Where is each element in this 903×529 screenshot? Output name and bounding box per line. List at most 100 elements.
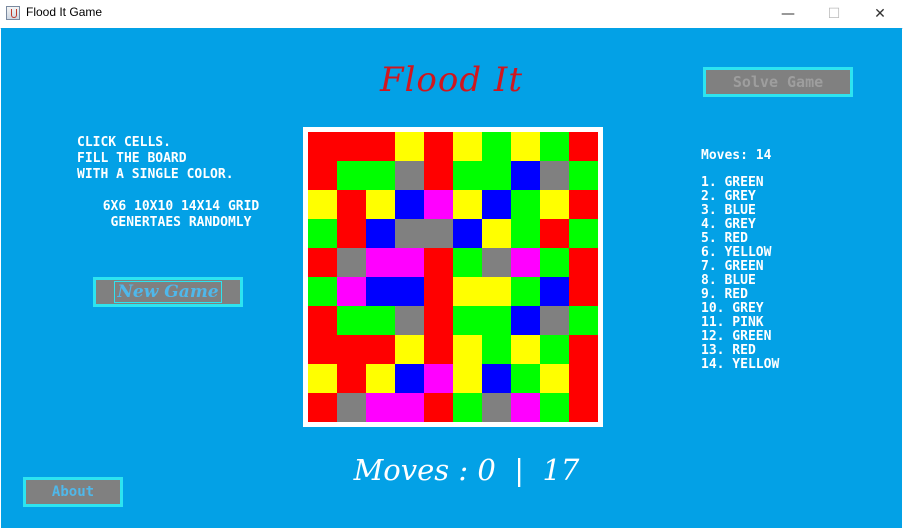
board-cell[interactable] xyxy=(511,335,540,364)
board-cell[interactable] xyxy=(569,161,598,190)
board-cell[interactable] xyxy=(308,277,337,306)
board-cell[interactable] xyxy=(424,248,453,277)
board-cell[interactable] xyxy=(337,161,366,190)
board-cell[interactable] xyxy=(511,364,540,393)
about-button[interactable]: About xyxy=(23,477,123,507)
board-cell[interactable] xyxy=(424,335,453,364)
board-cell[interactable] xyxy=(540,132,569,161)
board-cell[interactable] xyxy=(366,161,395,190)
board-cell[interactable] xyxy=(511,306,540,335)
board-cell[interactable] xyxy=(366,335,395,364)
board-cell[interactable] xyxy=(366,277,395,306)
board-cell[interactable] xyxy=(482,132,511,161)
board-cell[interactable] xyxy=(453,219,482,248)
board-cell[interactable] xyxy=(569,335,598,364)
board-cell[interactable] xyxy=(511,190,540,219)
board-cell[interactable] xyxy=(453,132,482,161)
board-cell[interactable] xyxy=(424,132,453,161)
board-cell[interactable] xyxy=(337,277,366,306)
board-cell[interactable] xyxy=(337,393,366,422)
board-cell[interactable] xyxy=(395,277,424,306)
board-cell[interactable] xyxy=(569,364,598,393)
board-cell[interactable] xyxy=(569,248,598,277)
board-cell[interactable] xyxy=(540,306,569,335)
board-cell[interactable] xyxy=(424,277,453,306)
board-cell[interactable] xyxy=(337,190,366,219)
board-cell[interactable] xyxy=(366,219,395,248)
board-cell[interactable] xyxy=(569,277,598,306)
board-cell[interactable] xyxy=(540,161,569,190)
board-cell[interactable] xyxy=(395,248,424,277)
board-cell[interactable] xyxy=(453,248,482,277)
board-cell[interactable] xyxy=(453,364,482,393)
board-cell[interactable] xyxy=(511,248,540,277)
board-cell[interactable] xyxy=(482,248,511,277)
board-cell[interactable] xyxy=(540,393,569,422)
board-cell[interactable] xyxy=(337,364,366,393)
minimize-button[interactable]: — xyxy=(765,0,811,28)
board-cell[interactable] xyxy=(395,393,424,422)
board-cell[interactable] xyxy=(482,161,511,190)
board-cell[interactable] xyxy=(424,161,453,190)
board-cell[interactable] xyxy=(453,190,482,219)
maximize-button[interactable]: ☐ xyxy=(811,0,857,28)
board-cell[interactable] xyxy=(511,219,540,248)
board-cell[interactable] xyxy=(337,335,366,364)
board-cell[interactable] xyxy=(337,248,366,277)
board-cell[interactable] xyxy=(395,161,424,190)
board-cell[interactable] xyxy=(366,306,395,335)
board-cell[interactable] xyxy=(482,364,511,393)
board-cell[interactable] xyxy=(453,277,482,306)
board-cell[interactable] xyxy=(540,248,569,277)
board-cell[interactable] xyxy=(337,132,366,161)
board-cell[interactable] xyxy=(540,219,569,248)
board-cell[interactable] xyxy=(569,190,598,219)
board-cell[interactable] xyxy=(424,219,453,248)
board-cell[interactable] xyxy=(540,364,569,393)
board-cell[interactable] xyxy=(540,335,569,364)
board-cell[interactable] xyxy=(308,161,337,190)
board-cell[interactable] xyxy=(453,335,482,364)
board-cell[interactable] xyxy=(540,190,569,219)
board-cell[interactable] xyxy=(540,277,569,306)
board-cell[interactable] xyxy=(366,393,395,422)
board-cell[interactable] xyxy=(308,364,337,393)
board-cell[interactable] xyxy=(453,161,482,190)
board-cell[interactable] xyxy=(453,306,482,335)
close-button[interactable]: ✕ xyxy=(857,0,903,28)
board-cell[interactable] xyxy=(424,393,453,422)
board-cell[interactable] xyxy=(482,190,511,219)
board-cell[interactable] xyxy=(366,190,395,219)
board-cell[interactable] xyxy=(308,132,337,161)
board-cell[interactable] xyxy=(308,248,337,277)
board-cell[interactable] xyxy=(569,219,598,248)
board-cell[interactable] xyxy=(308,335,337,364)
board-cell[interactable] xyxy=(482,393,511,422)
board-cell[interactable] xyxy=(511,161,540,190)
board-cell[interactable] xyxy=(308,219,337,248)
board-cell[interactable] xyxy=(366,364,395,393)
board-cell[interactable] xyxy=(366,132,395,161)
new-game-button[interactable]: New Game xyxy=(93,277,243,307)
board-cell[interactable] xyxy=(511,277,540,306)
board-cell[interactable] xyxy=(337,219,366,248)
board-cell[interactable] xyxy=(453,393,482,422)
board-cell[interactable] xyxy=(424,306,453,335)
board-cell[interactable] xyxy=(308,306,337,335)
solve-game-button[interactable]: Solve Game xyxy=(703,67,853,97)
board-cell[interactable] xyxy=(395,364,424,393)
board-cell[interactable] xyxy=(569,306,598,335)
board-cell[interactable] xyxy=(337,306,366,335)
board-cell[interactable] xyxy=(569,393,598,422)
board-cell[interactable] xyxy=(395,219,424,248)
board-cell[interactable] xyxy=(511,393,540,422)
board-cell[interactable] xyxy=(482,277,511,306)
board-cell[interactable] xyxy=(482,306,511,335)
board-cell[interactable] xyxy=(482,335,511,364)
board-cell[interactable] xyxy=(366,248,395,277)
board-cell[interactable] xyxy=(395,132,424,161)
board-cell[interactable] xyxy=(511,132,540,161)
board-cell[interactable] xyxy=(424,364,453,393)
board-cell[interactable] xyxy=(395,190,424,219)
board-cell[interactable] xyxy=(395,335,424,364)
